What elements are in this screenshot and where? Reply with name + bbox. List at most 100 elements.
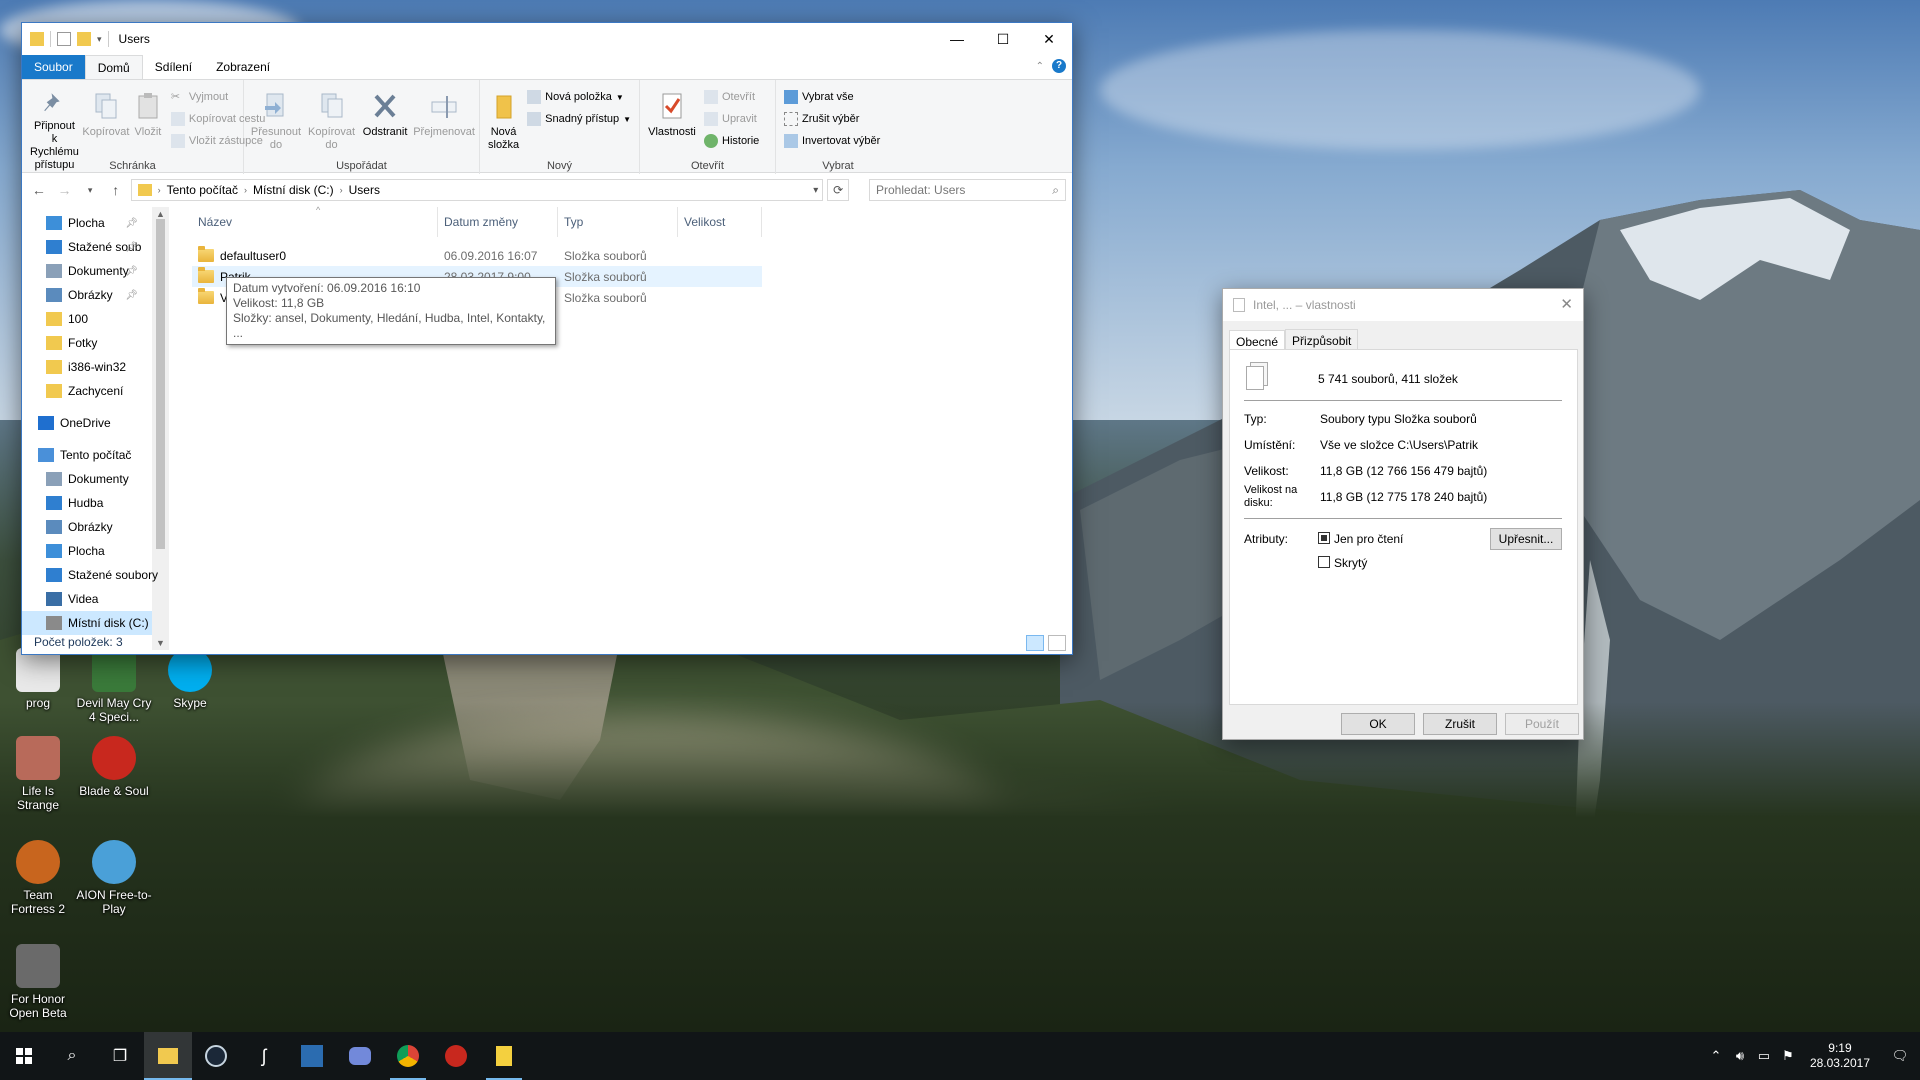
invert-selection-button[interactable]: Invertovat výběr	[784, 132, 880, 150]
desktop-shortcut-for-honor[interactable]: For Honor Open Beta	[0, 944, 76, 1020]
nav-item[interactable]: Obrázky 📌︎	[22, 283, 152, 307]
taskbar-app-red[interactable]	[432, 1032, 480, 1080]
open-button[interactable]: Otevřít	[704, 88, 759, 106]
up-button[interactable]: ↑	[105, 179, 127, 201]
desktop-shortcut-aion[interactable]: AION Free-to-Play	[76, 840, 152, 916]
nav-item[interactable]: Stažené soub 📌︎	[22, 235, 152, 259]
nav-item[interactable]: Hudba	[22, 491, 152, 515]
address-bar[interactable]: › Tento počítač › Místní disk (C:) › Use…	[130, 179, 824, 201]
nav-item[interactable]: Stažené soubory	[22, 563, 158, 587]
close-button[interactable]: ✕	[1026, 23, 1072, 55]
nav-scrollbar[interactable]: ▲ ▼	[152, 207, 169, 650]
breadcrumb-local-disk[interactable]: Místní disk (C:)	[253, 183, 334, 197]
forward-button[interactable]: →	[54, 179, 76, 201]
taskbar-chrome[interactable]	[384, 1032, 432, 1080]
dialog-body: 5 741 souborů, 411 složek Typ: Soubory t…	[1229, 349, 1578, 705]
apply-button[interactable]: Použít	[1505, 713, 1579, 735]
properties-check-icon[interactable]	[57, 32, 71, 46]
tab-home[interactable]: Domů	[84, 55, 143, 79]
large-icons-view-button[interactable]	[1048, 635, 1066, 651]
taskbar-app-s[interactable]: ʃ	[240, 1032, 288, 1080]
nav-item[interactable]: Zachycení	[22, 379, 152, 403]
nav-item[interactable]: Videa	[22, 587, 152, 611]
checkbox-mixed[interactable]	[1318, 532, 1330, 544]
breadcrumb-this-pc[interactable]: Tento počítač	[167, 183, 238, 197]
onedrive-icon	[38, 416, 54, 430]
scroll-up-arrow[interactable]: ▲	[152, 209, 169, 219]
window-title: Users	[118, 32, 150, 46]
taskbar-steam[interactable]	[192, 1032, 240, 1080]
nav-item[interactable]: Plocha 📌︎	[22, 211, 152, 235]
desktop-shortcut-prog[interactable]: prog	[0, 648, 76, 710]
search-button[interactable]: ⌕	[48, 1032, 96, 1080]
desktop-shortcut-team-fortress[interactable]: Team Fortress 2	[0, 840, 76, 916]
clock[interactable]: 9:19 28.03.2017	[1800, 1041, 1880, 1071]
checkbox[interactable]	[1318, 556, 1330, 568]
advanced-button[interactable]: Upřesnit...	[1490, 528, 1562, 550]
desktop-shortcut-devil-may-cry[interactable]: Devil May Cry 4 Speci...	[76, 648, 152, 724]
nav-item[interactable]: 100	[22, 307, 152, 331]
refresh-button[interactable]: ⟳	[827, 179, 849, 201]
back-button[interactable]: ←	[28, 179, 50, 201]
task-view-button[interactable]: ❐	[96, 1032, 144, 1080]
breadcrumb-users[interactable]: Users	[349, 183, 380, 197]
hidden-checkbox[interactable]: Skrytý	[1318, 556, 1367, 570]
ok-button[interactable]: OK	[1341, 713, 1415, 735]
recent-locations-button[interactable]: ▾	[79, 179, 101, 201]
new-folder-icon[interactable]	[77, 32, 91, 46]
chevron-down-icon[interactable]: ▾	[813, 185, 818, 196]
tab-file[interactable]: Soubor	[22, 55, 85, 79]
nav-item[interactable]: Dokumenty	[22, 467, 152, 491]
nav-item[interactable]: i386-win32	[22, 355, 152, 379]
scroll-thumb[interactable]	[156, 219, 165, 549]
taskbar-notes[interactable]	[480, 1032, 528, 1080]
maximize-button[interactable]: ☐	[980, 23, 1026, 55]
nav-item[interactable]: Obrázky	[22, 515, 152, 539]
help-icon[interactable]: ?	[1052, 59, 1066, 73]
desktop-shortcut-life-is-strange[interactable]: Life Is Strange	[0, 736, 76, 812]
notifications-icon[interactable]: 🗨︎	[1880, 1048, 1920, 1064]
cancel-button[interactable]: Zrušit	[1423, 713, 1497, 735]
taskbar-file-explorer[interactable]	[144, 1032, 192, 1080]
chevron-up-icon[interactable]: ⌃	[1704, 1048, 1728, 1064]
new-item-icon	[527, 90, 542, 104]
column-size[interactable]: Velikost	[678, 207, 762, 237]
start-button[interactable]	[0, 1032, 48, 1080]
select-all-button[interactable]: Vybrat vše	[784, 88, 880, 106]
nav-item[interactable]: Dokumenty 📌︎	[22, 259, 152, 283]
taskbar-app-blue[interactable]	[288, 1032, 336, 1080]
edit-button[interactable]: Upravit	[704, 110, 759, 128]
nav-item-label: Tento počítač	[60, 448, 132, 462]
chevron-right-icon: ›	[157, 185, 161, 195]
file-explorer-window: ▾ Users — ☐ ✕ Soubor Domů Sdílení Zobraz…	[21, 22, 1073, 655]
file-row[interactable]: defaultuser0 06.09.2016 16:07 Složka sou…	[192, 245, 762, 266]
column-name[interactable]: Název	[192, 207, 438, 237]
tab-share[interactable]: Sdílení	[143, 55, 204, 79]
select-none-button[interactable]: Zrušit výběr	[784, 110, 880, 128]
details-view-button[interactable]	[1026, 635, 1044, 651]
network-icon[interactable]: ▭	[1752, 1048, 1776, 1064]
drive-icon	[46, 616, 62, 630]
history-button[interactable]: Historie	[704, 132, 759, 150]
nav-item[interactable]: Fotky	[22, 331, 152, 355]
tab-view[interactable]: Zobrazení	[204, 55, 282, 79]
column-type[interactable]: Typ	[558, 207, 678, 237]
taskbar-discord[interactable]	[336, 1032, 384, 1080]
readonly-checkbox[interactable]: Jen pro čtení	[1318, 532, 1403, 546]
chevron-down-icon[interactable]: ▾	[97, 34, 102, 45]
nav-item[interactable]: Tento počítač	[22, 443, 152, 467]
minimize-button[interactable]: —	[934, 23, 980, 55]
nav-item[interactable]: Plocha	[22, 539, 152, 563]
desktop-shortcut-blade-soul[interactable]: Blade & Soul	[76, 736, 152, 798]
volume-icon[interactable]: 🔊︎	[1728, 1048, 1752, 1064]
column-date-modified[interactable]: Datum změny	[438, 207, 558, 237]
collapse-ribbon-icon[interactable]: ⌃	[1036, 61, 1044, 72]
desktop-shortcut-skype[interactable]: Skype	[152, 648, 228, 710]
easy-access-button[interactable]: Snadný přístup ▼	[527, 110, 631, 128]
flag-icon[interactable]: ⚑	[1776, 1048, 1800, 1064]
search-input[interactable]: Prohledat: Users ⌕	[868, 179, 1066, 201]
nav-item-label: Stažené soubory	[68, 568, 159, 582]
new-item-button[interactable]: Nová položka ▼	[527, 88, 631, 106]
close-icon[interactable]: ✕	[1560, 295, 1573, 313]
nav-item[interactable]: OneDrive	[22, 411, 152, 435]
